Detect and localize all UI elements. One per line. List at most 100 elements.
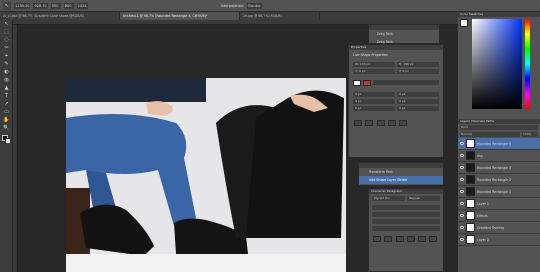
blur-icon[interactable]: ◍ [2,77,11,83]
visibility-eye-icon[interactable] [460,178,464,181]
visibility-eye-icon[interactable] [460,238,464,241]
faux-bold-button[interactable] [373,236,381,242]
layer-kind-filter[interactable]: Kind [460,125,538,130]
visibility-eye-icon[interactable] [460,202,464,205]
brush-icon[interactable]: ✎ [2,61,11,67]
layer-name: Rounded Rectangle 1 [477,189,512,194]
stroke-swatch[interactable] [363,80,371,86]
layer-thumbnail [466,151,475,160]
visibility-eye-icon[interactable] [460,190,464,193]
layer-row[interactable]: Gradient Overlay [458,222,540,234]
option-field-h[interactable]: 800 [63,2,74,9]
small-caps-button[interactable] [406,236,415,242]
path-op-subtract-button[interactable] [365,120,374,126]
hue-slider[interactable] [525,19,530,109]
corner-radius-tr[interactable]: 4 px [397,92,439,97]
layer-name: Rounded Rectangle 3 [477,165,512,170]
offset-field-1[interactable]: 0 px [353,106,395,111]
font-size-field[interactable] [372,205,440,210]
crop-icon[interactable]: ✂ [2,45,11,51]
foreground-color-chip[interactable] [460,19,468,27]
layer-row[interactable]: Rounded Rectangle 1 [458,186,540,198]
visibility-eye-icon[interactable] [460,154,464,157]
x-field[interactable]: X: 0 px [353,69,395,74]
path-op-combine-button[interactable] [354,120,362,126]
layer-row[interactable]: Rounded Rectangle 2 [458,174,540,186]
opacity-field[interactable]: 100% [522,132,538,137]
dodge-icon[interactable]: ◐ [2,69,11,75]
layer-row[interactable]: Rounded Rectangle 5 [458,138,540,150]
hand-icon[interactable]: ✋ [2,117,11,123]
option-field-x[interactable]: 1250.30 [14,2,31,9]
corner-radius-bl[interactable]: 4 px [353,99,395,104]
corner-radius-br[interactable]: 4 px [397,99,439,104]
layer-thumbnail [466,139,475,148]
layer-row[interactable]: shp [458,150,540,162]
tab-document-2[interactable]: Untitled-1 @ 66.7% (Rounded Rectangle 4,… [120,12,240,20]
all-caps-button[interactable] [395,236,404,242]
tab-layers[interactable]: Layers [460,119,470,123]
tab-swatches[interactable]: Swatches [469,12,483,16]
y-field[interactable]: Y: 0 px [397,69,439,74]
option-field-angle[interactable]: 1024 [76,2,88,9]
path-op-intersect-button[interactable] [376,120,385,126]
font-family-select[interactable]: Myriad Pro [372,196,405,201]
history-item[interactable]: Drag Path [369,30,439,38]
zoom-icon[interactable]: 🔍 [2,125,11,131]
scale-field[interactable] [372,219,440,224]
move-icon[interactable]: ↖ [2,21,11,27]
tracking-field[interactable] [372,212,440,217]
offset-field-2[interactable]: 0 px [397,106,439,111]
lasso-icon[interactable]: ◌ [2,37,11,43]
layer-row[interactable]: Layer 1 [458,198,540,210]
color-picker[interactable] [458,17,540,111]
tab-color[interactable]: Color [460,12,468,16]
tab-document-3[interactable]: 29.jpg @ 66.7% (RGB/8) [240,12,320,20]
layer-row[interactable]: Rounded Rectangle 3 [458,162,540,174]
interpolation-select[interactable]: Bicubic [247,2,262,9]
history-item[interactable]: Transform Path [359,168,443,176]
tab-character[interactable]: Character [371,189,386,193]
tab-channels[interactable]: Channels [471,119,485,123]
superscript-button[interactable] [418,236,427,242]
shape-icon[interactable]: ▭ [2,109,11,115]
history-item[interactable]: Add Shape Layer Stroke [359,176,443,184]
fill-swatch[interactable] [353,80,361,86]
subscript-button[interactable] [429,236,438,242]
layer-row[interactable]: Layer 0 [458,234,540,246]
option-field-w[interactable]: 550 [50,2,61,9]
corner-radius-tl[interactable]: 4 px [353,92,395,97]
layer-thumbnail [466,223,475,232]
layer-thumbnail [466,211,475,220]
font-style-select[interactable]: Regular [407,196,440,201]
visibility-eye-icon[interactable] [460,142,464,145]
visibility-eye-icon[interactable] [460,166,464,169]
tab-paths[interactable]: Paths [486,119,494,123]
stroke-width-field[interactable] [373,80,439,85]
faux-italic-button[interactable] [384,236,393,242]
path-op-exclude-button[interactable] [387,120,396,126]
visibility-eye-icon[interactable] [460,214,464,217]
eyedropper-icon[interactable]: ⌖ [2,53,11,59]
tab-document-1[interactable]: Ai_pl.psd @ 66.7% (Gradient Color shoes … [0,12,120,20]
option-field-y[interactable]: 928.70 [33,2,48,9]
photo-illustration [66,78,346,272]
layer-row[interactable]: Effects [458,210,540,222]
layer-thumbnail [466,235,475,244]
layer-thumbnail [466,163,475,172]
blend-mode-select[interactable]: Normal [460,132,520,137]
visibility-eye-icon[interactable] [460,226,464,229]
tab-paragraph[interactable]: Paragraph [387,189,402,193]
canvas-image[interactable] [66,78,346,272]
pen-icon[interactable]: ▲ [2,85,11,91]
background-color-swatch[interactable] [5,138,11,144]
type-icon[interactable]: T [2,93,11,99]
path-align-button[interactable] [399,120,408,126]
color-field[interactable] [472,19,522,109]
width-field[interactable]: W: 130 px [353,62,395,67]
marquee-icon[interactable]: ⬚ [2,29,11,35]
baseline-field[interactable] [372,226,440,231]
move-tool-icon[interactable]: ↖ [3,1,11,10]
path-select-icon[interactable]: ↗ [2,101,11,107]
height-field[interactable]: H: 180 px [397,62,439,67]
